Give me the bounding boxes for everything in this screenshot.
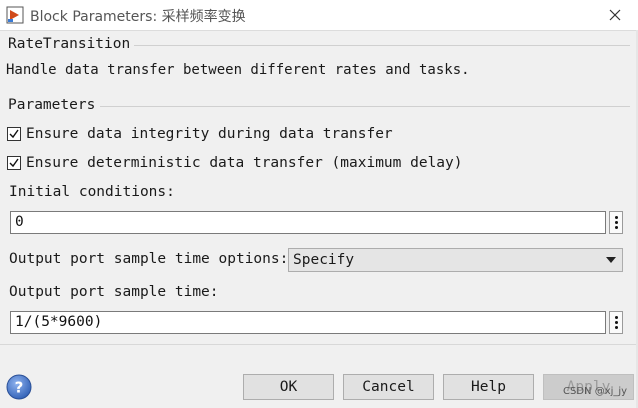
sample-time-options-label: Output port sample time options: — [9, 251, 289, 267]
sample-time-label: Output port sample time: — [9, 284, 219, 300]
initial-conditions-label: Initial conditions: — [9, 184, 175, 200]
simulink-block-icon — [6, 6, 24, 24]
deterministic-checkbox-row[interactable]: Ensure deterministic data transfer (maxi… — [7, 155, 463, 171]
group-divider — [130, 45, 630, 46]
parameters-group-title: Parameters — [8, 97, 100, 113]
block-description: Handle data transfer between different r… — [6, 62, 470, 78]
title-bar: Block Parameters: 采样频率变换 — [0, 0, 638, 31]
group-divider — [100, 106, 630, 107]
help-icon[interactable]: ? — [6, 374, 32, 400]
sample-time-input[interactable]: 1/(5*9600) — [10, 311, 606, 334]
checkmark-icon — [9, 158, 19, 168]
close-icon[interactable] — [609, 9, 621, 21]
help-button[interactable]: Help — [443, 374, 534, 400]
integrity-checkbox-row[interactable]: Ensure data integrity during data transf… — [7, 126, 393, 142]
footer-divider — [0, 344, 638, 345]
integrity-checkbox[interactable] — [7, 127, 21, 141]
dot-icon — [614, 221, 618, 224]
svg-text:?: ? — [15, 379, 24, 397]
dot-icon — [614, 316, 618, 319]
block-type-title: RateTransition — [8, 36, 135, 52]
chevron-down-icon — [606, 257, 616, 263]
watermark: CSDN @xj_jy — [563, 386, 628, 397]
cancel-button[interactable]: Cancel — [343, 374, 434, 400]
integrity-checkbox-label: Ensure data integrity during data transf… — [26, 126, 393, 142]
ok-button[interactable]: OK — [243, 374, 334, 400]
dot-icon — [614, 326, 618, 329]
dot-icon — [614, 226, 618, 229]
sample-time-options-dropdown[interactable]: Specify — [288, 248, 623, 272]
close-button[interactable] — [592, 0, 638, 30]
deterministic-checkbox-label: Ensure deterministic data transfer (maxi… — [26, 155, 463, 171]
initial-conditions-options-button[interactable] — [609, 211, 623, 234]
checkmark-icon — [9, 129, 19, 139]
deterministic-checkbox[interactable] — [7, 156, 21, 170]
sample-time-options-value: Specify — [293, 252, 355, 268]
window-title: Block Parameters: 采样频率变换 — [30, 9, 246, 25]
dot-icon — [614, 321, 618, 324]
initial-conditions-input[interactable]: 0 — [10, 211, 606, 234]
sample-time-options-button[interactable] — [609, 311, 623, 334]
dot-icon — [614, 216, 618, 219]
